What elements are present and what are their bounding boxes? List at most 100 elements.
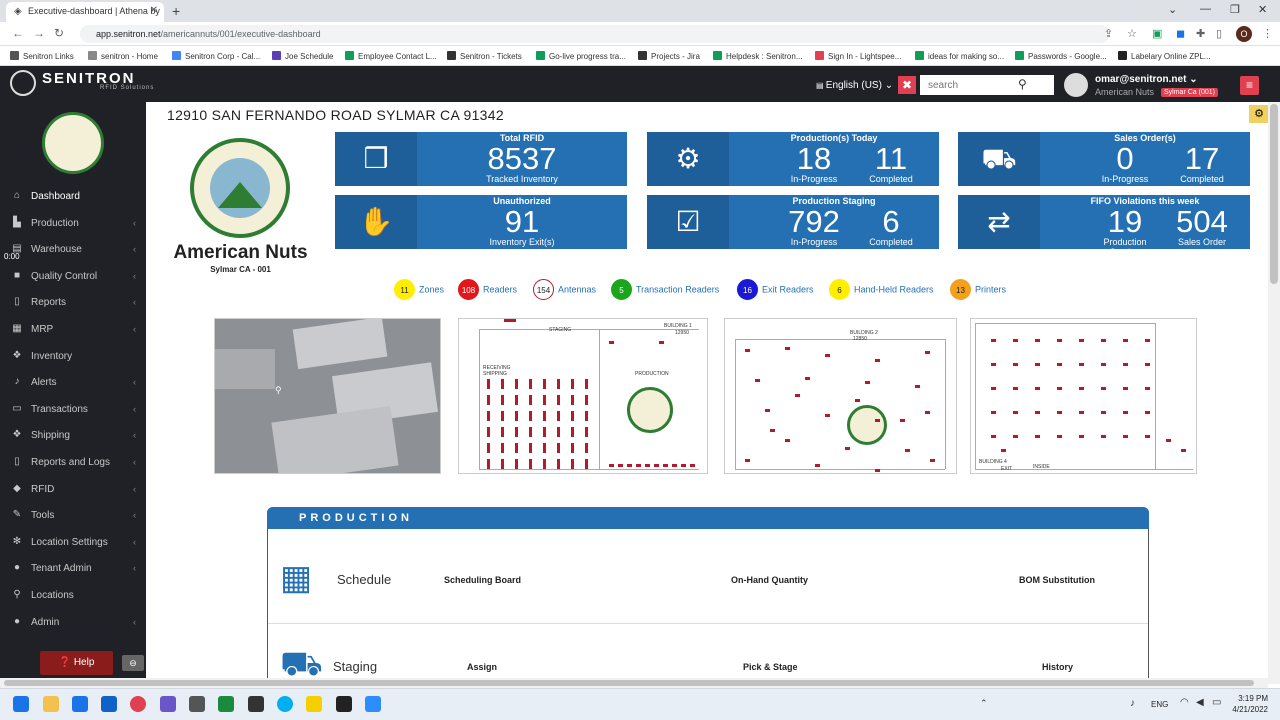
- system-clock[interactable]: 3:19 PM 4/21/2022: [1228, 693, 1268, 715]
- bookmark-item[interactable]: Joe Schedule: [272, 51, 333, 61]
- input-language[interactable]: ENG: [1151, 700, 1168, 709]
- bookmark-item[interactable]: Passwords - Google...: [1015, 51, 1107, 61]
- zoom-icon[interactable]: [365, 696, 381, 712]
- link-assign[interactable]: Assign: [467, 662, 497, 672]
- counter-transaction-readers[interactable]: 5 Transaction Readers: [611, 279, 719, 300]
- battery-icon[interactable]: ▭: [1212, 697, 1221, 708]
- new-tab-button[interactable]: +: [172, 3, 180, 19]
- counter-exit-readers[interactable]: 16 Exit Readers: [737, 279, 814, 300]
- kpi-card[interactable]: ❒ Total RFID 8537 Tracked Inventory: [335, 132, 627, 186]
- fullscreen-button[interactable]: ✖: [898, 76, 916, 94]
- bookmark-item[interactable]: senitron - Home: [88, 51, 158, 61]
- link-bom-substitution[interactable]: BOM Substitution: [1019, 575, 1095, 585]
- bookmark-item[interactable]: ideas for making so...: [915, 51, 1004, 61]
- counter-antennas[interactable]: 154 Antennas: [533, 279, 596, 300]
- link-pick-stage[interactable]: Pick & Stage: [743, 662, 798, 672]
- 3d-app-icon[interactable]: [189, 696, 205, 712]
- excel-icon[interactable]: [218, 696, 234, 712]
- skype-icon[interactable]: [277, 696, 293, 712]
- section-schedule[interactable]: Schedule: [337, 572, 391, 587]
- collapse-sidebar-button[interactable]: ⊖: [122, 655, 144, 671]
- bookmark-item[interactable]: Senitron - Tickets: [447, 51, 522, 61]
- sidebar-item-dashboard[interactable]: ⌂ Dashboard: [0, 184, 146, 210]
- kpi-card[interactable]: ✋ Unauthorized 91 Inventory Exit(s): [335, 195, 627, 249]
- vertical-scrollbar-thumb[interactable]: [1270, 104, 1278, 284]
- user-avatar[interactable]: [1064, 73, 1088, 97]
- sidebar-item-reports[interactable]: ▯ Reports ‹: [0, 290, 146, 316]
- bookmark-star-icon[interactable]: ☆: [1127, 27, 1137, 40]
- sidebar-item-warehouse[interactable]: ▤ Warehouse ‹: [0, 237, 146, 263]
- search-icon[interactable]: ⚲: [1018, 77, 1027, 91]
- kpi-card[interactable]: ⚙ Production(s) Today 18 In-Progress 11 Compl…: [647, 132, 939, 186]
- settings-gear-button[interactable]: ⚙: [1249, 105, 1269, 123]
- back-icon[interactable]: ←: [12, 26, 24, 40]
- microphone-icon[interactable]: ♪: [1130, 698, 1135, 709]
- sidebar-item-production[interactable]: ▙ Production ‹: [0, 211, 146, 237]
- maximize-button[interactable]: ❐: [1230, 3, 1240, 16]
- extension-badge-icon[interactable]: ◼: [1176, 27, 1185, 40]
- kpi-card[interactable]: ☑ Production Staging 792 In-Progress 6 Comple…: [647, 195, 939, 249]
- counter-printers[interactable]: 13 Printers: [950, 279, 1006, 300]
- volume-icon[interactable]: ◀: [1196, 697, 1204, 708]
- edge-icon[interactable]: [72, 696, 88, 712]
- building-4-floorplan[interactable]: BUILDING 4 EXIT INSIDE: [970, 318, 1197, 474]
- share-icon[interactable]: ⇪: [1104, 27, 1113, 40]
- sidebar-item-rfid[interactable]: ◆ RFID ‹: [0, 477, 146, 503]
- forward-icon[interactable]: →: [33, 26, 45, 40]
- close-window-button[interactable]: ✕: [1258, 3, 1267, 16]
- bookmark-item[interactable]: Helpdesk : Senitron...: [713, 51, 802, 61]
- extensions-puzzle-icon[interactable]: ✚: [1196, 27, 1205, 40]
- slack-icon[interactable]: [160, 696, 176, 712]
- sidebar-item-alerts[interactable]: ♪ Alerts ‹: [0, 370, 146, 396]
- link-on-hand-quantity[interactable]: On-Hand Quantity: [731, 575, 808, 585]
- sidebar-item-tools[interactable]: ✎ Tools ‹: [0, 503, 146, 529]
- bookmark-item[interactable]: Go-live progress tra...: [536, 51, 626, 61]
- reload-icon[interactable]: ↻: [54, 26, 64, 40]
- wifi-icon[interactable]: ◠: [1180, 697, 1189, 708]
- bookmark-item[interactable]: Labelary Online ZPL...: [1118, 51, 1211, 61]
- side-panel-icon[interactable]: ▯: [1216, 27, 1222, 40]
- aerial-map-image[interactable]: ⚲: [214, 318, 441, 474]
- hamburger-menu-button[interactable]: ≡: [1240, 76, 1259, 95]
- sidebar-item-reports-and-logs[interactable]: ▯ Reports and Logs ‹: [0, 450, 146, 476]
- sidebar-item-admin[interactable]: ● Admin ‹: [0, 610, 146, 636]
- search-input[interactable]: [920, 75, 1054, 95]
- minimize-button[interactable]: —: [1200, 3, 1211, 15]
- bookmark-item[interactable]: Employee Contact L...: [345, 51, 437, 61]
- sticky-notes-icon[interactable]: [306, 696, 322, 712]
- file-explorer-icon[interactable]: [43, 696, 59, 712]
- kpi-card[interactable]: ⇄ FIFO Violations this week 19 Production S…: [958, 195, 1250, 257]
- windows-start-icon[interactable]: [13, 696, 29, 712]
- profile-avatar[interactable]: O: [1236, 26, 1252, 42]
- bookmark-item[interactable]: Senitron Corp - Cal...: [172, 51, 260, 61]
- sidebar-item-shipping[interactable]: ❖ Shipping ‹: [0, 423, 146, 449]
- counter-readers[interactable]: 108 Readers: [458, 279, 517, 300]
- kpi-card[interactable]: ⛟ Sales Order(s) 0 In-Progress 17 Completed: [958, 132, 1250, 186]
- sidebar-item-locations[interactable]: ⚲ Locations: [0, 583, 146, 609]
- bookmark-item[interactable]: Projects - Jira: [638, 51, 700, 61]
- counter-zones[interactable]: 11 Zones: [394, 279, 444, 300]
- browser-tab[interactable]: ◈ Executive-dashboard | Athena by ✕: [6, 2, 164, 22]
- bookmark-item[interactable]: Sign In - Lightspee...: [815, 51, 901, 61]
- bookmark-item[interactable]: Senitron Links: [10, 51, 74, 61]
- tray-chevron-icon[interactable]: ⌃: [980, 698, 988, 709]
- brand-logo[interactable]: SENITRON RFID Solutions: [10, 70, 154, 91]
- address-bar[interactable]: app.senitron.net/americannuts/001/execut…: [80, 25, 1110, 43]
- browser-menu-icon[interactable]: ⋮: [1262, 27, 1273, 40]
- horizontal-scrollbar-thumb[interactable]: [4, 680, 1254, 686]
- sidebar-item-mrp[interactable]: ▦ MRP ‹: [0, 317, 146, 343]
- link-scheduling-board[interactable]: Scheduling Board: [444, 575, 521, 585]
- close-tab-icon[interactable]: ✕: [150, 5, 158, 16]
- calendar-clock-icon[interactable]: ▦: [280, 558, 312, 598]
- sidebar-item-transactions[interactable]: ▭ Transactions ‹: [0, 397, 146, 423]
- extension-icon[interactable]: ▣: [1152, 27, 1162, 40]
- counter-hand-held-readers[interactable]: 6 Hand-Held Readers: [829, 279, 934, 300]
- tab-search-icon[interactable]: ⌄: [1168, 3, 1177, 16]
- sidebar-item-inventory[interactable]: ❖ Inventory: [0, 344, 146, 370]
- vscode-icon[interactable]: [248, 696, 264, 712]
- user-menu[interactable]: omar@senitron.net ⌄: [1095, 74, 1198, 85]
- link-history[interactable]: History: [1042, 662, 1073, 672]
- building-1-floorplan[interactable]: STAGING BUILDING 1 12950 PRODUCTION RECE…: [458, 318, 708, 474]
- section-staging[interactable]: Staging: [333, 659, 377, 674]
- outlook-icon[interactable]: [101, 696, 117, 712]
